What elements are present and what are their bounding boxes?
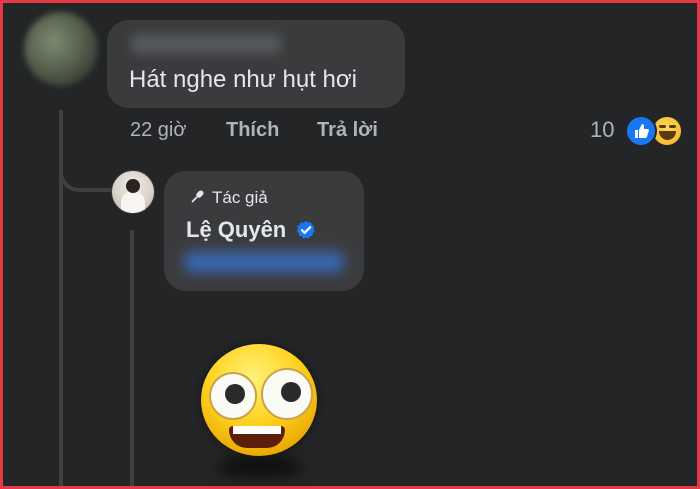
commenter-name-blurred (131, 34, 281, 54)
emoji-sticker (195, 338, 325, 488)
author-badge: Tác giả (188, 188, 268, 208)
thread-connector (59, 150, 111, 192)
reply-thread-line (130, 230, 134, 489)
commenter-avatar[interactable] (24, 12, 98, 86)
reaction-count: 10 (590, 117, 615, 142)
reply-author-label: Lệ Quyên (186, 217, 287, 242)
comment-bubble[interactable]: Hát nghe như hụt hơi (107, 20, 405, 108)
author-badge-label: Tác giả (212, 188, 268, 207)
comment-timestamp[interactable]: 22 giờ (130, 119, 186, 142)
reply-author-name[interactable]: Lệ Quyên (186, 217, 316, 243)
microphone-icon (191, 190, 204, 203)
verified-badge-icon (297, 221, 316, 239)
reply-author-avatar[interactable] (111, 170, 155, 214)
reply-bubble[interactable]: Tác giả Lệ Quyên (164, 171, 364, 291)
comment-text: Hát nghe như hụt hơi (129, 66, 357, 93)
like-icon (625, 115, 657, 147)
reply-button[interactable]: Trả lời (317, 119, 378, 142)
tagged-user-blurred[interactable] (184, 251, 344, 273)
like-button[interactable]: Thích (226, 119, 279, 142)
